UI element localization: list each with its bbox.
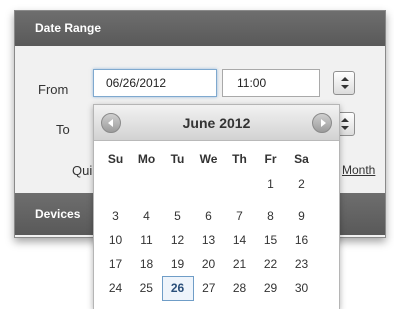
from-date-field[interactable]: 06/26/2012 — [93, 69, 217, 97]
calendar-day[interactable]: 12 — [162, 228, 193, 252]
weekday-label: Sa — [294, 152, 309, 166]
calendar-day[interactable]: 29 — [255, 276, 286, 300]
datepicker-month-year: June 2012 — [182, 115, 251, 131]
calendar-day[interactable]: 11 — [131, 228, 162, 252]
week-row: 24 25 26 27 28 29 30 — [100, 275, 317, 301]
calendar-day[interactable]: 18 — [131, 252, 162, 276]
chevron-right-icon[interactable] — [312, 113, 332, 133]
calendar-day[interactable]: 17 — [100, 252, 131, 276]
calendar-day[interactable]: 16 — [286, 228, 317, 252]
calendar-day-selected[interactable]: 26 — [161, 275, 194, 301]
weekday-label: Th — [232, 152, 247, 166]
calendar-day[interactable]: 14 — [224, 228, 255, 252]
calendar-day-empty — [162, 172, 193, 196]
calendar-day[interactable]: 20 — [193, 252, 224, 276]
calendar-day-empty — [193, 172, 224, 196]
calendar-day[interactable]: 8 — [255, 204, 286, 228]
calendar-day[interactable]: 27 — [193, 276, 224, 300]
calendar-day[interactable]: 6 — [193, 204, 224, 228]
calendar-day[interactable]: 5 — [162, 204, 193, 228]
calendar-day[interactable]: 30 — [286, 276, 317, 300]
week-row: 10 11 12 13 14 15 16 — [100, 228, 317, 252]
calendar-day[interactable]: 15 — [255, 228, 286, 252]
weekday-label: We — [199, 152, 218, 166]
calendar-day[interactable]: 21 — [224, 252, 255, 276]
stepper-down-icon[interactable] — [341, 126, 349, 130]
calendar-day[interactable]: 24 — [100, 276, 131, 300]
calendar-day[interactable]: 4 — [131, 204, 162, 228]
week-row: 1 2 — [100, 172, 317, 196]
weekday-label: Mo — [137, 152, 156, 166]
calendar-day[interactable]: 2 — [286, 172, 317, 196]
stepper-down-icon[interactable] — [341, 85, 349, 89]
datepicker-popup: June 2012 Su Mo Tu We Th Fr Sa 1 2 3 4 5… — [93, 104, 340, 309]
from-label: From — [38, 82, 69, 97]
calendar-day-empty — [224, 172, 255, 196]
from-time-stepper[interactable] — [333, 71, 355, 95]
calendar-day[interactable]: 19 — [162, 252, 193, 276]
quick-select-label: Qui — [72, 163, 93, 178]
weekday-row: Su Mo Tu We Th Fr Sa — [100, 146, 317, 172]
stepper-up-icon[interactable] — [341, 118, 349, 122]
calendar-day[interactable]: 3 — [100, 204, 131, 228]
calendar-day[interactable]: 10 — [100, 228, 131, 252]
calendar-day[interactable]: 7 — [224, 204, 255, 228]
calendar-day[interactable]: 9 — [286, 204, 317, 228]
weekday-label: Tu — [170, 152, 185, 166]
to-label: To — [56, 122, 70, 137]
calendar-grid: Su Mo Tu We Th Fr Sa 1 2 3 4 5 6 7 8 9 1… — [100, 146, 317, 301]
datepicker-header: June 2012 — [94, 105, 339, 141]
calendar-day[interactable]: 1 — [255, 172, 286, 196]
calendar-day[interactable]: 22 — [255, 252, 286, 276]
calendar-day-empty — [131, 172, 162, 196]
date-range-header: Date Range — [15, 11, 385, 46]
week-row: 3 4 5 6 7 8 9 — [100, 204, 317, 228]
month-link[interactable]: Month — [342, 163, 375, 177]
calendar-day[interactable]: 28 — [224, 276, 255, 300]
weekday-label: Su — [107, 152, 124, 166]
weekday-label: Fr — [264, 152, 277, 166]
week-row: 17 18 19 20 21 22 23 — [100, 252, 317, 276]
from-time-field[interactable]: 11:00 — [222, 69, 320, 97]
calendar-day[interactable]: 23 — [286, 252, 317, 276]
calendar-day[interactable]: 13 — [193, 228, 224, 252]
stepper-up-icon[interactable] — [341, 77, 349, 81]
calendar-day[interactable]: 25 — [131, 276, 162, 300]
calendar-day-empty — [100, 172, 131, 196]
